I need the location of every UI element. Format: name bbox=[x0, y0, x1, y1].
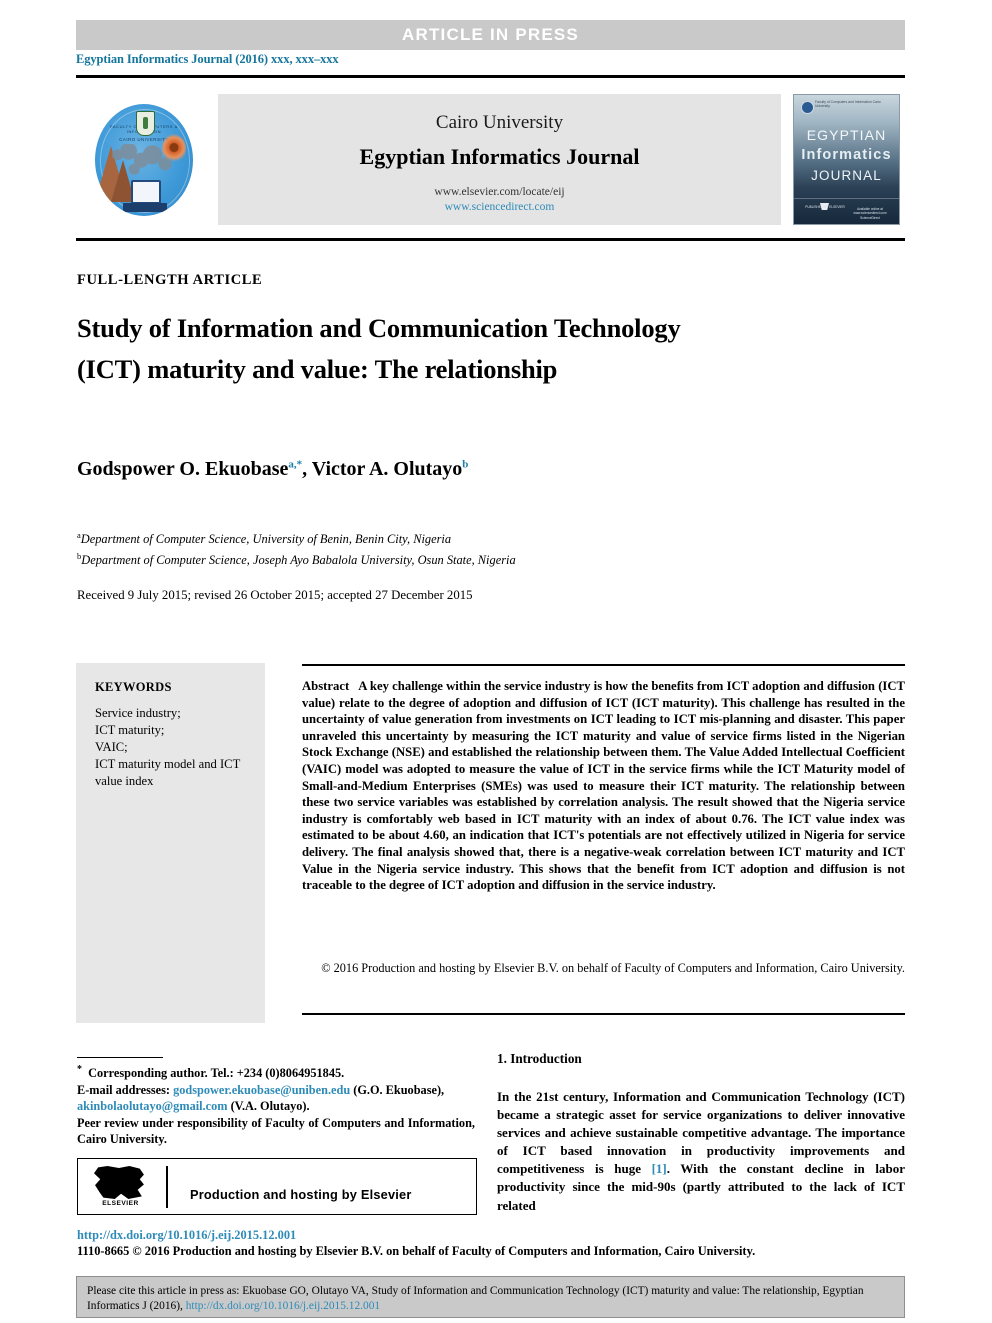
email-label: E-mail addresses: bbox=[77, 1082, 171, 1097]
abstract-copyright: © 2016 Production and hosting by Elsevie… bbox=[321, 961, 905, 975]
keywords-heading: KEYWORDS bbox=[95, 680, 172, 694]
author-separator: , bbox=[302, 458, 312, 480]
article-in-press-banner: ARTICLE IN PRESS bbox=[76, 20, 905, 50]
cairo-university-logo-icon: FACULTY OF COMPUTERS & INFORMATION CAIRO… bbox=[81, 94, 205, 225]
issn-copyright-line: 1110-8665 © 2016 Production and hosting … bbox=[77, 1244, 756, 1258]
article-history: Received 9 July 2015; revised 26 October… bbox=[77, 588, 473, 602]
monitor-icon bbox=[131, 180, 161, 204]
email-link-1[interactable]: godspower.ekuobase@uniben.edu bbox=[173, 1083, 350, 1097]
university-name: Cairo University bbox=[435, 112, 564, 133]
cover-emblem-icon bbox=[801, 101, 814, 114]
paper-page: ARTICLE IN PRESS Egyptian Informatics Jo… bbox=[0, 0, 992, 1323]
citation-doi-link[interactable]: http://dx.doi.org/10.1016/j.eij.2015.12.… bbox=[186, 1300, 380, 1312]
email-owner-1: (G.O. Ekuobase), bbox=[353, 1082, 445, 1097]
affiliation-a-text: Department of Computer Science, Universi… bbox=[80, 532, 452, 547]
elsevier-badge-text: Production and hosting by Elsevier bbox=[190, 1187, 412, 1202]
cover-line-2: Informatics bbox=[801, 147, 892, 163]
masthead-bottom-rule bbox=[76, 238, 905, 241]
author-list: Godspower O. Ekuobasea,*, Victor A. Olut… bbox=[77, 458, 777, 481]
corresponding-author-note: * Corresponding author. Tel.: +234 (0)80… bbox=[77, 1062, 475, 1082]
author-mark-1[interactable]: a,* bbox=[288, 458, 302, 470]
keywords-panel: KEYWORDS Service industry; ICT maturity;… bbox=[76, 663, 265, 1023]
article-in-press-label: ARTICLE IN PRESS bbox=[402, 25, 579, 44]
author-name-2: Victor A. Olutayo bbox=[311, 458, 463, 480]
elsevier-url[interactable]: www.elsevier.com/locate/eij bbox=[218, 186, 781, 198]
cover-line-3: JOURNAL bbox=[811, 168, 882, 183]
keyboard-icon bbox=[123, 203, 167, 212]
journal-cover-thumbnail: Faculty of Computers and Information Cai… bbox=[793, 94, 900, 225]
shield-icon bbox=[136, 111, 155, 136]
abstract-block: Abstract A key challenge within the servi… bbox=[302, 678, 905, 894]
abstract-top-rule bbox=[302, 664, 905, 666]
abstract-label: Abstract bbox=[302, 679, 350, 693]
abstract-text: A key challenge within the service indus… bbox=[302, 679, 905, 893]
section-heading-introduction: 1. Introduction bbox=[497, 1051, 582, 1066]
cover-line-1: EGYPTIAN bbox=[806, 127, 887, 143]
elsevier-wordmark: ELSEVIER bbox=[102, 1200, 139, 1207]
affiliations: aDepartment of Computer Science, Univers… bbox=[77, 527, 777, 568]
journal-title: Egyptian Informatics Journal bbox=[359, 144, 640, 169]
elsevier-tree-icon bbox=[94, 1166, 144, 1199]
doi-link[interactable]: http://dx.doi.org/10.1016/j.eij.2015.12.… bbox=[77, 1228, 296, 1243]
peer-review-note: Peer review under responsibility of Facu… bbox=[77, 1115, 475, 1147]
journal-reference: Egyptian Informatics Journal (2016) xxx,… bbox=[76, 52, 339, 66]
corresponding-author-text: Corresponding author. Tel.: +234 (0)8064… bbox=[88, 1066, 345, 1081]
article-type-label: FULL-LENGTH ARTICLE bbox=[77, 272, 263, 288]
email-link-2[interactable]: akinbolaolutayo@gmail.com bbox=[77, 1099, 227, 1113]
reference-link-1[interactable]: [1] bbox=[652, 1161, 667, 1176]
keywords-list: Service industry; ICT maturity; VAIC; IC… bbox=[95, 706, 241, 788]
elsevier-logo-icon: ELSEVIER bbox=[92, 1166, 149, 1208]
masthead-top-rule bbox=[76, 75, 905, 78]
cover-divider bbox=[794, 198, 899, 199]
sun-icon bbox=[162, 134, 186, 164]
badge-divider bbox=[166, 1166, 168, 1208]
citation-footer-box: Please cite this article in press as: Ek… bbox=[76, 1276, 905, 1318]
footnote-block: * Corresponding author. Tel.: +234 (0)80… bbox=[77, 1062, 475, 1148]
affiliation-b-text: Department of Computer Science, Joseph A… bbox=[81, 552, 516, 567]
page-title: Study of Information and Communication T… bbox=[77, 313, 681, 384]
cover-emblem-text: Faculty of Computers and Information Cai… bbox=[815, 100, 881, 109]
journal-masthead: FACULTY OF COMPUTERS & INFORMATION CAIRO… bbox=[76, 86, 905, 233]
affiliation-b: bDepartment of Computer Science, Joseph … bbox=[77, 548, 777, 569]
footnote-rule bbox=[77, 1057, 163, 1059]
affiliation-a: aDepartment of Computer Science, Univers… bbox=[77, 527, 777, 548]
cover-footer-right: Available online at www.sciencedirect.co… bbox=[853, 207, 887, 220]
cover-footer-left: PUBLISHED BY ELSEVIER bbox=[805, 205, 845, 209]
asterisk-icon: * bbox=[77, 1064, 82, 1075]
author-name-1: Godspower O. Ekuobase bbox=[77, 458, 289, 480]
citation-footer-text: Please cite this article in press as: Ek… bbox=[87, 1284, 895, 1313]
masthead-center-panel: Cairo University Egyptian Informatics Jo… bbox=[218, 94, 781, 225]
email-addresses-note: E-mail addresses: godspower.ekuobase@uni… bbox=[77, 1082, 475, 1115]
author-mark-2[interactable]: b bbox=[462, 458, 468, 470]
abstract-bottom-rule bbox=[302, 1013, 905, 1015]
introduction-paragraph: In the 21st century, Information and Com… bbox=[497, 1088, 905, 1215]
sciencedirect-url[interactable]: www.sciencedirect.com bbox=[218, 201, 781, 213]
elsevier-production-badge: ELSEVIER Production and hosting by Elsev… bbox=[77, 1158, 477, 1215]
email-owner-2: (V.A. Olutayo). bbox=[230, 1099, 310, 1114]
